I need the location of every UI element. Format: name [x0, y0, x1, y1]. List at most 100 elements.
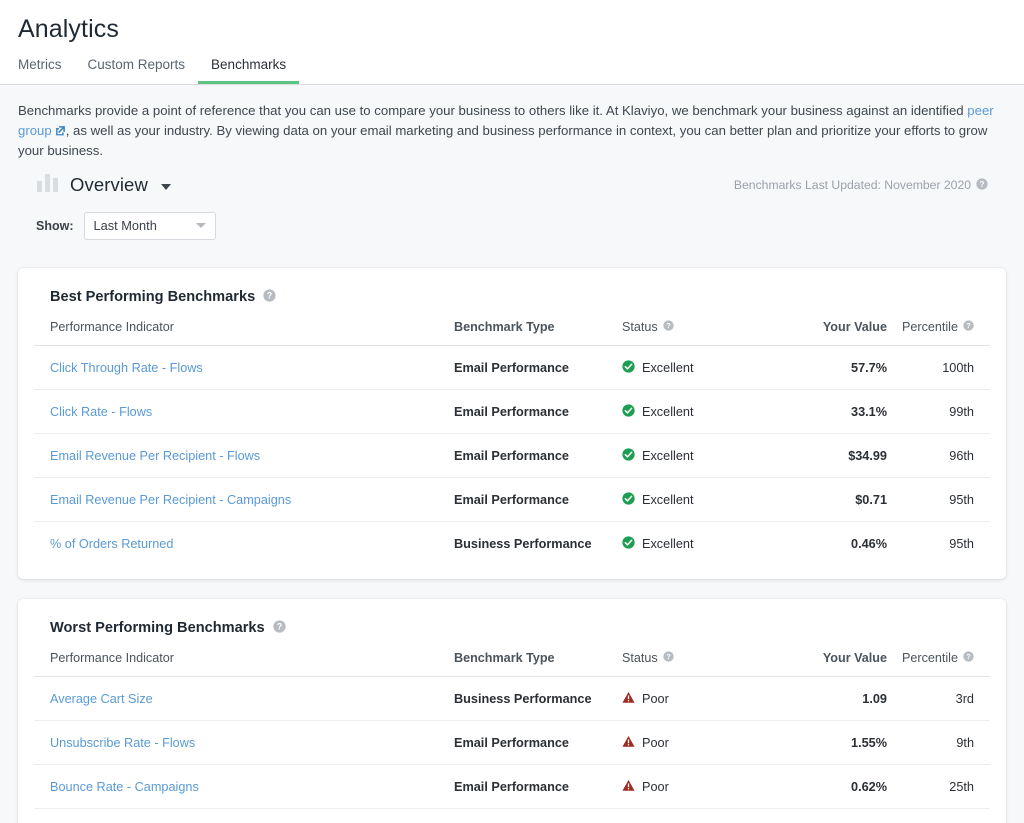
svg-text:?: ? — [666, 321, 671, 330]
header-your-value: Your Value — [765, 320, 887, 346]
cell-status: Excellent — [622, 476, 765, 521]
cell-indicator: Average Cart Size — [34, 675, 454, 720]
cell-your-value: 1.55% — [765, 719, 887, 764]
indicator-link[interactable]: Email Revenue Per Recipient - Campaigns — [50, 493, 291, 507]
cell-your-value: 1.09 — [765, 675, 887, 720]
worst-performing-card: Worst Performing Benchmarks ? Performanc… — [18, 598, 1006, 823]
cell-indicator: Email Revenue Per Recipient - Campaigns — [34, 476, 454, 521]
check-circle-icon — [622, 447, 635, 464]
check-circle-icon — [622, 491, 635, 508]
overview-title: Overview — [70, 174, 148, 195]
indicator-link[interactable]: Bounce Rate - Campaigns — [50, 780, 199, 794]
cell-percentile: 9th — [887, 719, 990, 764]
table-row: Unsubscribe Rate - Flows Email Performanc… — [34, 719, 990, 764]
best-performing-card: Best Performing Benchmarks ? Performance… — [18, 267, 1006, 579]
last-updated: Benchmarks Last Updated: November 2020 ? — [733, 177, 988, 193]
warning-triangle-icon — [622, 735, 635, 751]
table-row: Email Revenue Per Recipient - Campaigns E… — [34, 476, 990, 521]
cell-your-value: $34.99 — [765, 432, 887, 477]
benchmarks-page: Analytics Metrics Custom Reports Benchma… — [0, 0, 1024, 823]
indicator-link[interactable]: Click Through Rate - Flows — [50, 361, 203, 375]
cell-benchmark-type: Email Performance — [454, 432, 622, 477]
table-header-row: Performance Indicator Benchmark Type Sta… — [34, 651, 990, 677]
intro-text-after: , as well as your industry. By viewing d… — [18, 122, 988, 159]
percentile-help-icon[interactable]: ? — [963, 650, 974, 665]
cell-status: Poor — [622, 719, 765, 764]
status-help-icon[interactable]: ? — [663, 319, 674, 334]
cell-benchmark-type: Business Performance — [454, 520, 622, 565]
cell-percentile: 99th — [887, 388, 990, 433]
svg-text:?: ? — [966, 652, 971, 661]
cell-indicator: Click Through Rate - Flows — [34, 344, 454, 389]
external-link-icon[interactable] — [55, 122, 66, 142]
cell-percentile: 25th — [887, 763, 990, 808]
header-value-label: Your Value — [822, 650, 887, 665]
table-row: Bounce Rate - Campaigns Email Performance… — [34, 763, 990, 808]
header-status: Status? — [622, 651, 765, 677]
indicator-link[interactable]: Email Revenue Per Recipient - Flows — [50, 449, 260, 463]
cell-percentile: 95th — [887, 520, 990, 565]
header-performance-indicator: Performance Indicator — [34, 651, 454, 677]
header-percentile-label: Percentile — [901, 650, 958, 665]
cell-your-value: 1.72% — [765, 807, 887, 823]
last-updated-help-icon[interactable]: ? — [976, 177, 988, 193]
header-percentile: Percentile? — [887, 320, 990, 346]
cell-benchmark-type: Email Performance — [454, 763, 622, 808]
cell-status: Poor — [622, 675, 765, 720]
overview-caret-down-icon[interactable] — [160, 183, 171, 190]
cell-your-value: $0.71 — [765, 476, 887, 521]
cell-percentile: 100th — [887, 344, 990, 389]
worst-performing-table: Performance Indicator Benchmark Type Sta… — [34, 651, 990, 823]
tab-benchmarks[interactable]: Benchmarks — [198, 53, 300, 84]
percentile-help-icon[interactable]: ? — [963, 319, 974, 334]
show-filter-row: Show: Last Month — [18, 197, 1006, 258]
status-label: Poor — [642, 735, 669, 750]
status-label: Poor — [642, 779, 669, 794]
check-circle-icon — [622, 403, 635, 420]
header-your-value: Your Value — [765, 651, 887, 677]
header-type-label: Benchmark Type — [454, 319, 555, 334]
header-status: Status? — [622, 320, 765, 346]
intro-paragraph: Benchmarks provide a point of reference … — [18, 101, 1006, 161]
best-card-help-icon[interactable]: ? — [263, 288, 276, 306]
indicator-link[interactable]: Unsubscribe Rate - Flows — [50, 736, 195, 750]
header-indicator-label: Performance Indicator — [50, 650, 174, 665]
header-percentile-label: Percentile — [901, 319, 958, 334]
tab-metrics[interactable]: Metrics — [18, 53, 75, 84]
worst-card-help-icon[interactable]: ? — [273, 619, 286, 637]
header-indicator-label: Performance Indicator — [50, 319, 174, 334]
indicator-link[interactable]: % of Orders Returned — [50, 537, 173, 551]
cell-status: Poor — [622, 763, 765, 808]
intro-text-before: Benchmarks provide a point of reference … — [18, 103, 968, 118]
worst-card-title-label: Worst Performing Benchmarks — [50, 620, 265, 636]
tab-custom-reports[interactable]: Custom Reports — [75, 53, 199, 84]
last-updated-label: Benchmarks Last Updated: November 2020 — [733, 178, 971, 192]
cell-your-value: 0.62% — [765, 763, 887, 808]
cell-indicator: % of Orders Returned — [34, 520, 454, 565]
header-value-label: Your Value — [822, 319, 887, 334]
status-label: Excellent — [642, 448, 694, 463]
cell-benchmark-type: Business Performance — [454, 675, 622, 720]
status-help-icon[interactable]: ? — [663, 650, 674, 665]
cell-benchmark-type: Email Performance — [454, 388, 622, 433]
table-row: Click Rate - Flows Email Performance Excel… — [34, 388, 990, 433]
benchmark-cards: Best Performing Benchmarks ? Performance… — [0, 267, 1024, 823]
warning-triangle-icon — [622, 691, 635, 707]
status-label: Excellent — [642, 360, 694, 375]
header-performance-indicator: Performance Indicator — [34, 320, 454, 346]
table-row: % of Orders Returned Business Performance… — [34, 520, 990, 565]
indicator-link[interactable]: Click Rate - Flows — [50, 405, 152, 419]
cell-benchmark-type: Email Performance — [454, 476, 622, 521]
indicator-link[interactable]: Average Cart Size — [50, 692, 153, 706]
tab-bar: Metrics Custom Reports Benchmarks — [0, 53, 1024, 85]
cell-percentile: 95th — [887, 476, 990, 521]
cell-indicator: Click Rate - Flows — [34, 388, 454, 433]
header-status-label: Status — [622, 319, 658, 334]
header-benchmark-type: Benchmark Type — [454, 320, 622, 346]
timeframe-select[interactable]: Last Month — [83, 211, 216, 240]
svg-text:?: ? — [276, 621, 281, 631]
cell-status: Fair — [622, 807, 765, 823]
check-circle-icon — [622, 535, 635, 552]
cell-percentile: 27th — [887, 807, 990, 823]
cell-status: Excellent — [622, 344, 765, 389]
